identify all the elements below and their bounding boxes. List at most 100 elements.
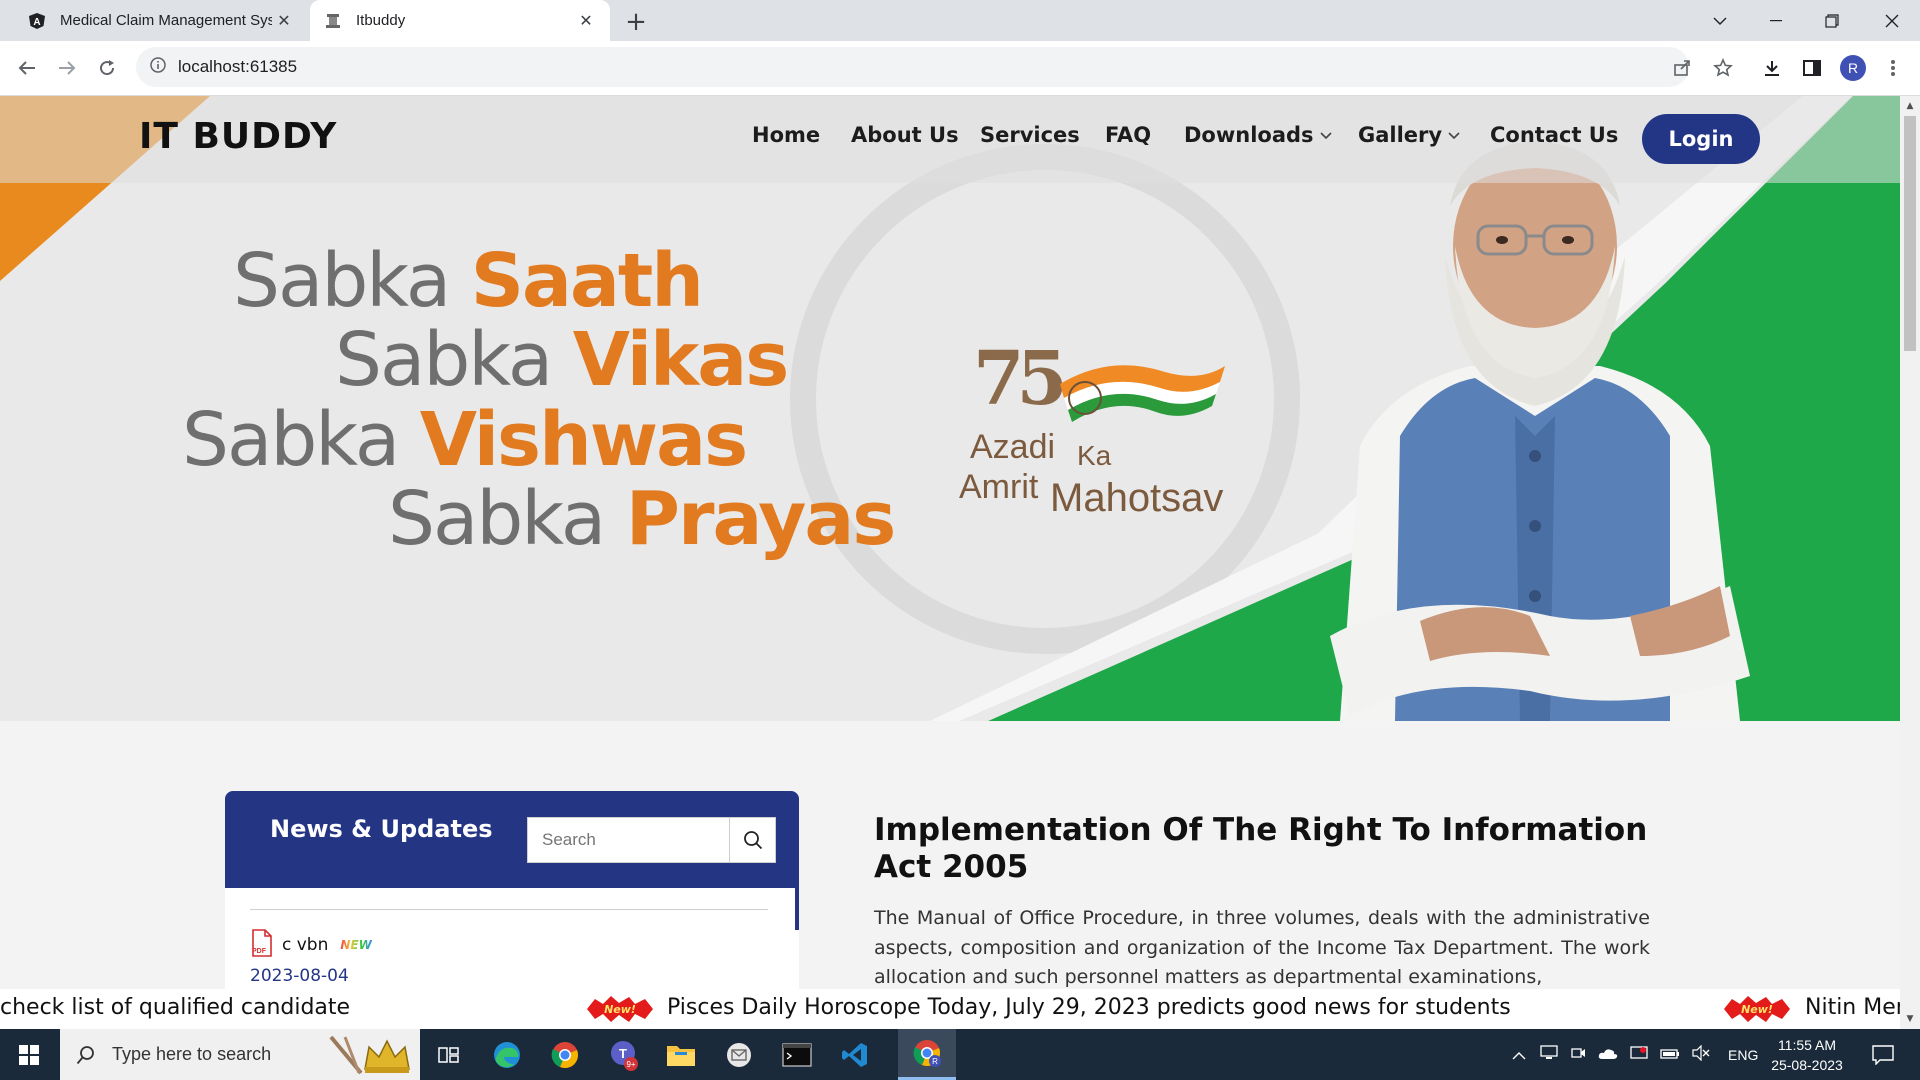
language-indicator[interactable]: ENG	[1728, 1047, 1758, 1063]
reload-icon[interactable]	[90, 51, 124, 85]
profile-avatar[interactable]: R	[1840, 55, 1866, 81]
chrome-profile-icon[interactable]: R	[898, 1029, 956, 1080]
vscode-icon[interactable]	[826, 1029, 884, 1080]
svg-text:New!: New!	[604, 1003, 636, 1016]
side-panel-icon[interactable]	[1795, 51, 1829, 85]
new-tab-button[interactable]: +	[622, 7, 650, 37]
scroll-down-arrow-icon[interactable]: ▼	[1904, 1013, 1916, 1025]
address-bar[interactable]: localhost:61385	[136, 47, 1689, 87]
battery-icon[interactable]	[1660, 1047, 1680, 1063]
menu-dots-icon[interactable]	[1876, 51, 1910, 85]
login-button[interactable]: Login	[1642, 114, 1760, 164]
restore-button[interactable]	[1804, 0, 1860, 41]
slogan-line: Sabka Prayas	[388, 476, 896, 562]
scrollbar-thumb[interactable]	[1904, 116, 1916, 351]
windows-start-button[interactable]	[0, 1029, 58, 1080]
back-arrow-icon[interactable]	[10, 51, 44, 85]
tab-medical-claim[interactable]: A Medical Claim Management Syst ✕	[8, 0, 308, 41]
browser-toolbar: localhost:61385 R	[0, 41, 1920, 96]
nav-contact-us[interactable]: Contact Us	[1490, 123, 1618, 147]
nav-faq[interactable]: FAQ	[1105, 123, 1151, 147]
news-scrollbar[interactable]	[795, 888, 799, 930]
download-icon[interactable]	[1755, 51, 1789, 85]
page-scrollbar[interactable]: ▲ ▼	[1900, 96, 1920, 1029]
slogan-line: Sabka Vishwas	[182, 397, 748, 483]
ticker-item[interactable]: check list of qualified candidate	[0, 995, 350, 1020]
share-icon[interactable]	[1665, 51, 1699, 85]
site-brand-logo[interactable]: IT BUDDY	[139, 116, 337, 157]
mail-app-icon[interactable]	[710, 1029, 768, 1080]
news-title: News & Updates	[270, 815, 493, 843]
taskbar-search-placeholder: Type here to search	[112, 1044, 272, 1064]
file-explorer-icon[interactable]	[652, 1029, 710, 1080]
taskbar-clock[interactable]: 11:55 AM 25-08-2023	[1762, 1035, 1852, 1075]
bookmark-star-icon[interactable]	[1706, 51, 1740, 85]
onedrive-cloud-icon[interactable]	[1598, 1047, 1618, 1063]
display-icon[interactable]	[1630, 1045, 1648, 1064]
page-viewport: Sabka Saath Sabka Vikas Sabka Vishwas Sa…	[0, 96, 1900, 1029]
taskbar-search-box[interactable]: Type here to search	[60, 1029, 420, 1080]
search-icon	[76, 1045, 94, 1064]
tab-title: Medical Claim Management Syst	[60, 12, 272, 29]
chevron-up-icon[interactable]	[1512, 1047, 1526, 1063]
windows-logo-icon	[19, 1044, 39, 1065]
volume-muted-icon[interactable]	[1692, 1044, 1710, 1064]
news-item-title: c vbn	[282, 935, 329, 955]
notification-center-icon[interactable]	[1858, 1029, 1908, 1080]
hero-banner: Sabka Saath Sabka Vikas Sabka Vishwas Sa…	[0, 96, 1900, 721]
news-ticker: check list of qualified candidate New! P…	[0, 989, 1900, 1029]
ticker-item[interactable]: Pisces Daily Horoscope Today, July 29, 2…	[667, 995, 1511, 1020]
teams-icon[interactable]: T 9+	[594, 1029, 652, 1080]
edge-browser-icon[interactable]	[478, 1029, 536, 1080]
news-search-input[interactable]	[528, 818, 728, 862]
article-body: The Manual of Office Procedure, in three…	[874, 907, 1650, 988]
svg-text:New!: New!	[1741, 1003, 1773, 1016]
nav-home[interactable]: Home	[752, 123, 820, 147]
tab-itbuddy[interactable]: Itbuddy ✕	[310, 0, 610, 41]
tab-search-chevron-icon[interactable]	[1692, 0, 1748, 41]
clock-time: 11:55 AM	[1777, 1037, 1837, 1053]
portrait-image	[1330, 141, 1750, 721]
news-search-box	[527, 817, 776, 863]
task-view-icon[interactable]	[420, 1029, 478, 1080]
chevron-down-icon	[1319, 128, 1332, 142]
slogan-line: Sabka Vikas	[335, 317, 789, 403]
news-header: News & Updates	[225, 791, 799, 888]
news-item-date: 2023-08-04	[250, 966, 349, 986]
meet-now-icon[interactable]	[1570, 1045, 1586, 1064]
angular-icon: A	[28, 12, 46, 30]
browser-tab-bar: A Medical Claim Management Syst ✕ Itbudd…	[0, 0, 1920, 41]
new-badge: NEW	[340, 938, 372, 952]
network-desktop-icon[interactable]	[1540, 1045, 1558, 1064]
info-icon[interactable]	[150, 57, 166, 77]
svg-text:A: A	[33, 17, 40, 28]
news-search-button[interactable]	[729, 818, 775, 862]
chrome-icon[interactable]	[536, 1029, 594, 1080]
ticker-item[interactable]: Nitin Mer	[1805, 995, 1900, 1020]
svg-text:R: R	[932, 1057, 938, 1066]
close-icon[interactable]: ✕	[272, 9, 296, 33]
close-window-button[interactable]	[1864, 0, 1920, 41]
nav-downloads[interactable]: Downloads	[1184, 123, 1332, 147]
search-highlight-crown-icon	[329, 1035, 410, 1075]
svg-text:9+: 9+	[626, 1060, 635, 1069]
minimize-button[interactable]	[1748, 0, 1804, 41]
emblem-icon	[324, 12, 342, 30]
terminal-icon[interactable]	[768, 1029, 826, 1080]
new-burst-badge: New!	[1722, 995, 1792, 1023]
windows-taskbar: Type here to search T 9+ R ENG 11:55 AM …	[0, 1029, 1920, 1080]
news-item[interactable]: PDF c vbn NEW	[250, 929, 372, 961]
pdf-icon: PDF	[250, 929, 274, 961]
system-tray: ENG	[1512, 1029, 1758, 1080]
url-text: localhost:61385	[178, 57, 298, 76]
scroll-up-arrow-icon[interactable]: ▲	[1904, 100, 1916, 112]
svg-text:T: T	[619, 1046, 627, 1061]
slogan-line: Sabka Saath	[233, 238, 704, 324]
nav-services[interactable]: Services	[980, 123, 1080, 147]
nav-about-us[interactable]: About Us	[851, 123, 959, 147]
forward-arrow-icon[interactable]	[50, 51, 84, 85]
nav-gallery[interactable]: Gallery	[1358, 123, 1460, 147]
close-icon[interactable]: ✕	[574, 9, 598, 33]
svg-text:PDF: PDF	[252, 948, 267, 955]
search-icon	[743, 831, 762, 850]
